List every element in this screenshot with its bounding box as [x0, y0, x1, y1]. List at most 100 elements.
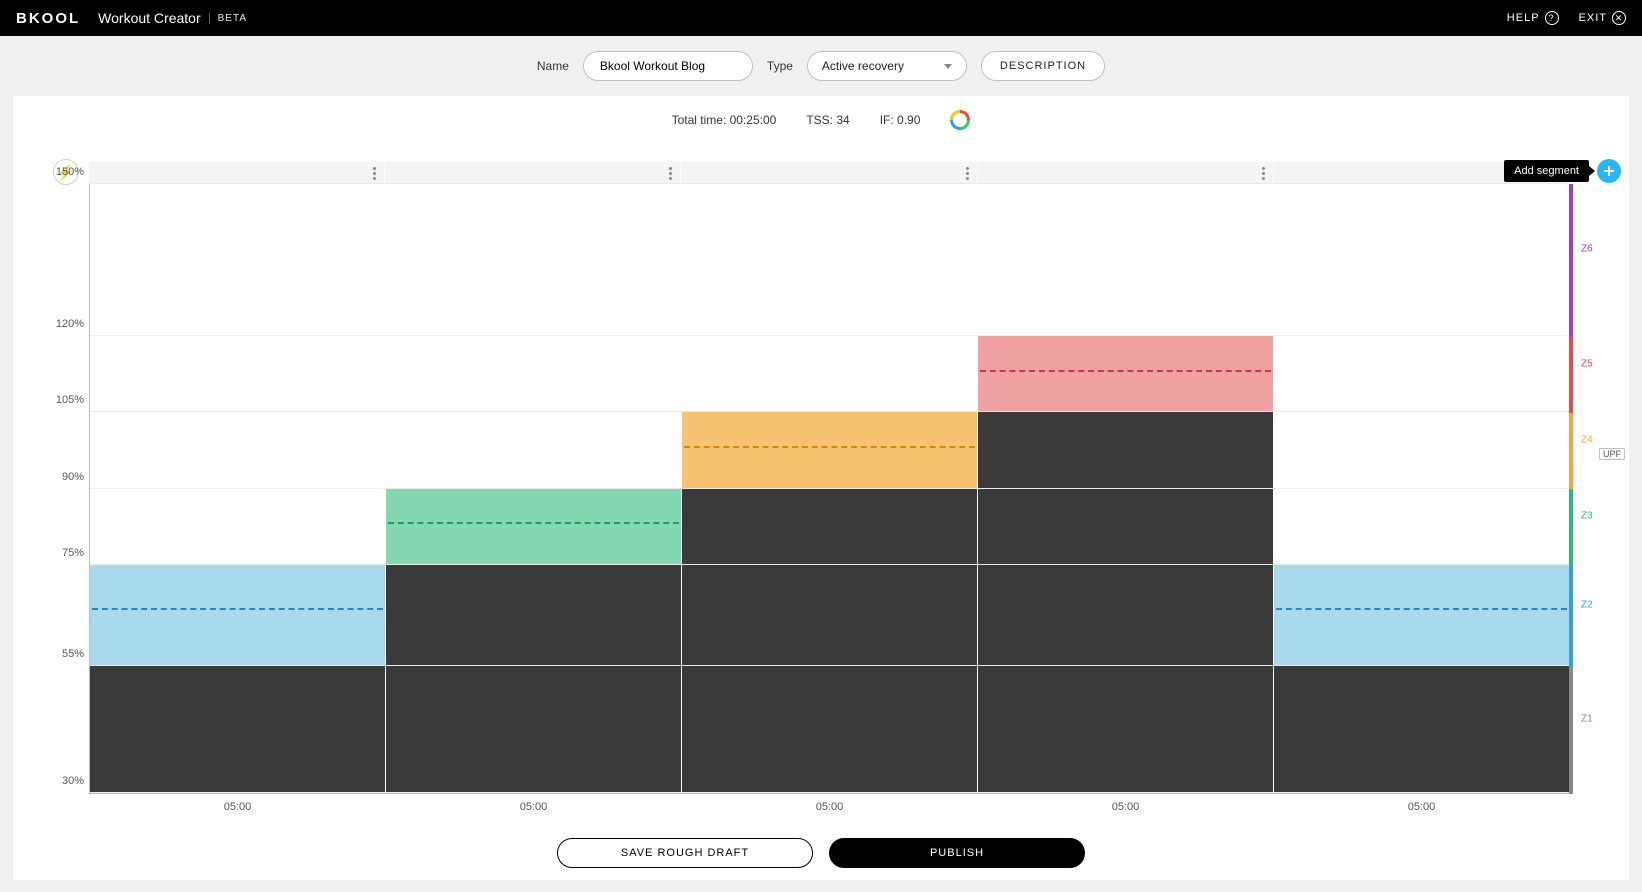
gridline [90, 411, 1569, 412]
zone-label: Z2 [1581, 600, 1593, 611]
kebab-icon[interactable] [373, 167, 376, 180]
zone-label: Z3 [1581, 511, 1593, 522]
segment-base-bar [90, 666, 385, 793]
chart-segment[interactable]: 05:00 [977, 184, 1273, 793]
segment-header[interactable] [680, 162, 976, 184]
type-selected-value: Active recovery [822, 59, 904, 73]
y-axis-label: 150% [52, 166, 84, 178]
action-buttons: SAVE ROUGH DRAFT PUBLISH [13, 838, 1629, 868]
segment-header[interactable] [977, 162, 1273, 184]
segment-target-line [980, 370, 1271, 372]
workout-form-toolbar: Name Type Active recovery DESCRIPTION [0, 36, 1642, 96]
chevron-down-icon [944, 64, 952, 69]
segment-time-label: 05:00 [682, 801, 977, 813]
if-label: IF: [880, 113, 894, 127]
name-input-wrap [583, 51, 753, 81]
total-time-label: Total time: [672, 113, 727, 127]
chart-segment[interactable]: 05:00 [90, 184, 385, 793]
segment-base-bar [978, 412, 1273, 793]
segment-header-strip [89, 162, 1569, 184]
chart-segment[interactable]: 05:00 [385, 184, 681, 793]
gridline [90, 564, 1569, 565]
add-segment-tooltip: Add segment [1504, 160, 1589, 182]
segment-time-label: 05:00 [1274, 801, 1569, 813]
if: IF: 0.90 [880, 113, 921, 127]
tss: TSS: 34 [806, 113, 849, 127]
close-icon: ✕ [1612, 11, 1626, 25]
workout-stats: Total time: 00:25:00 TSS: 34 IF: 0.90 [13, 96, 1629, 144]
app-title: Workout Creator BETA [98, 10, 247, 26]
tss-label: TSS: [806, 113, 833, 127]
app-title-text: Workout Creator [98, 10, 200, 26]
description-button[interactable]: DESCRIPTION [981, 51, 1105, 81]
type-label: Type [767, 59, 793, 73]
save-draft-button[interactable]: SAVE ROUGH DRAFT [557, 838, 813, 868]
exit-label: EXIT [1579, 12, 1607, 24]
segment-color-cap [682, 412, 977, 488]
top-bar: BKOOL Workout Creator BETA HELP ? EXIT ✕ [0, 0, 1642, 36]
tss-value: 34 [836, 113, 849, 127]
zone-stripe [1569, 489, 1573, 565]
gridline [90, 792, 1569, 793]
segment-base-bar [682, 489, 977, 794]
segment-color-cap [90, 565, 385, 667]
zone-stripe [1569, 565, 1573, 667]
zone-stripe [1569, 413, 1573, 489]
brand-logo: BKOOL [16, 10, 80, 27]
segment-target-line [92, 608, 383, 610]
name-input[interactable] [598, 58, 738, 74]
beta-tag: BETA [209, 13, 247, 24]
add-segment-button[interactable] [1597, 159, 1621, 183]
type-select[interactable]: Active recovery [807, 51, 967, 81]
y-axis-label: 30% [52, 775, 84, 787]
y-axis-label: 120% [52, 318, 84, 330]
segment-base-bar [386, 565, 681, 793]
gridline [90, 488, 1569, 489]
zone-label: Z5 [1581, 358, 1593, 369]
chart-segments: 05:0005:0005:0005:0005:00 [90, 184, 1569, 793]
chart-segment[interactable]: 05:00 [1273, 184, 1569, 793]
zone-stripe [1569, 184, 1573, 337]
plus-icon [1604, 166, 1614, 176]
y-axis-label: 75% [52, 547, 84, 559]
segment-target-line [684, 446, 975, 448]
workout-chart[interactable]: 05:0005:0005:0005:0005:00 30%55%75%90%10… [89, 184, 1569, 794]
gridline [90, 335, 1569, 336]
total-time-value: 00:25:00 [730, 113, 777, 127]
segment-time-label: 05:00 [386, 801, 681, 813]
help-icon: ? [1545, 11, 1559, 25]
segment-color-cap [978, 336, 1273, 412]
editor-panel: Total time: 00:25:00 TSS: 34 IF: 0.90 ⚡ … [13, 96, 1629, 880]
segment-base-bar [1274, 666, 1569, 793]
kebab-icon[interactable] [966, 167, 969, 180]
total-time: Total time: 00:25:00 [672, 113, 777, 127]
zone-label: Z1 [1581, 714, 1593, 725]
segment-color-cap [386, 489, 681, 565]
name-label: Name [537, 59, 569, 73]
chart-segment[interactable]: 05:00 [681, 184, 977, 793]
help-button[interactable]: HELP ? [1507, 11, 1559, 25]
y-axis-label: 90% [52, 471, 84, 483]
segment-target-line [388, 522, 679, 524]
zone-stripe [1569, 667, 1573, 794]
segment-time-label: 05:00 [90, 801, 385, 813]
zone-label: Z6 [1581, 244, 1593, 255]
training-peaks-icon[interactable] [950, 110, 970, 130]
segment-color-cap [1274, 565, 1569, 667]
add-segment-wrap: Add segment [1504, 159, 1621, 183]
zone-color-bar: Z1Z2Z3Z4Z5Z6UPF [1569, 184, 1573, 794]
if-value: 0.90 [897, 113, 920, 127]
kebab-icon[interactable] [1262, 167, 1265, 180]
zone-label: Z4 [1581, 434, 1593, 445]
zone-stripe [1569, 337, 1573, 413]
kebab-icon[interactable] [669, 167, 672, 180]
y-axis-label: 55% [52, 648, 84, 660]
exit-button[interactable]: EXIT ✕ [1579, 11, 1626, 25]
gridline [90, 665, 1569, 666]
help-label: HELP [1507, 12, 1540, 24]
publish-button[interactable]: PUBLISH [829, 838, 1085, 868]
gridline [90, 183, 1569, 184]
segment-header[interactable] [384, 162, 680, 184]
segment-header[interactable] [89, 162, 384, 184]
segment-time-label: 05:00 [978, 801, 1273, 813]
